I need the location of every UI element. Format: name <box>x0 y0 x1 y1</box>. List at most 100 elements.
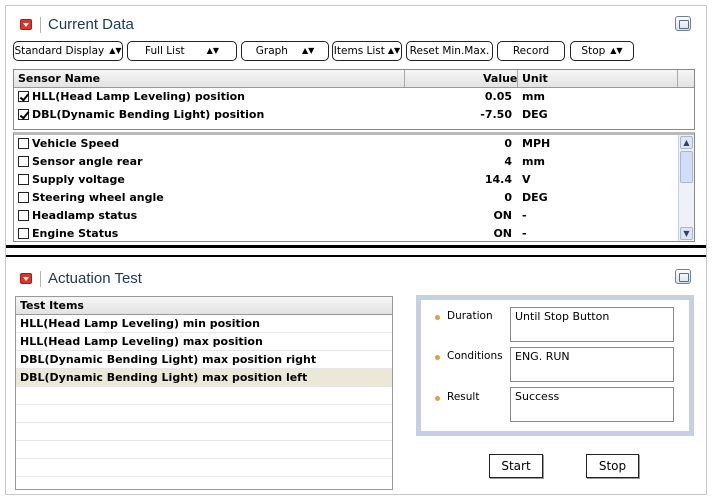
sensor-name: DBL(Dynamic Bending Light) position <box>32 108 265 121</box>
column-divider <box>404 70 405 87</box>
table-row[interactable]: Headlamp status ON - <box>14 207 694 225</box>
sensor-unit: MPH <box>522 137 551 150</box>
conditions-label: Conditions <box>447 350 503 362</box>
bullet-icon <box>435 315 440 320</box>
sensor-value: 0.05 <box>484 90 512 103</box>
reset-min-max-button[interactable]: Reset Min.Max. <box>406 41 493 61</box>
result-field: Success <box>510 387 674 422</box>
sensor-value: 4 <box>504 155 512 168</box>
sensor-table: Vehicle Speed 0 MPH Sensor angle rear 4 … <box>13 132 695 242</box>
scrollbar-thumb[interactable] <box>680 151 693 183</box>
row-checkbox[interactable] <box>18 109 29 120</box>
test-info-panel: Duration Until Stop Button Conditions EN… <box>416 295 694 436</box>
row-checkbox[interactable] <box>18 91 29 102</box>
sensor-name: HLL(Head Lamp Leveling) position <box>32 90 246 103</box>
unit-header: Unit <box>522 72 548 85</box>
record-button[interactable]: Record <box>497 41 565 61</box>
stop-dropdown-label: Stop <box>581 45 606 57</box>
duration-label: Duration <box>447 310 493 322</box>
sensor-unit: DEG <box>522 108 548 121</box>
sensor-name-cell: Sensor angle rear <box>18 155 143 168</box>
row-checkbox[interactable] <box>18 228 29 239</box>
stop-dropdown[interactable]: Stop ▲▼ <box>570 41 634 61</box>
list-item[interactable]: DBL(Dynamic Bending Light) max position … <box>16 351 392 369</box>
sensor-name-cell: Vehicle Speed <box>18 137 119 150</box>
sensor-name-cell: Supply voltage <box>18 173 125 186</box>
bullet-icon <box>435 396 440 401</box>
sensor-value: -7.50 <box>480 108 512 121</box>
sensor-value: ON <box>493 227 512 240</box>
updown-caret-icon: ▲▼ <box>301 46 315 55</box>
scroll-up-arrow-icon[interactable]: ▲ <box>680 136 693 149</box>
vertical-scrollbar[interactable]: ▲ ▼ <box>678 135 694 241</box>
actuation-test-maximize-button[interactable] <box>675 269 691 284</box>
updown-caret-icon: ▲▼ <box>387 46 401 55</box>
pinned-sensor-table: Sensor Name Value Unit HLL(Head Lamp Lev… <box>13 69 695 130</box>
test-items-list: Test Items HLL(Head Lamp Leveling) min p… <box>15 296 393 490</box>
sensor-name-header: Sensor Name <box>18 72 101 85</box>
table-row[interactable]: Supply voltage 14.4 V <box>14 171 694 189</box>
row-checkbox[interactable] <box>18 210 29 221</box>
list-item-empty <box>16 405 392 423</box>
row-checkbox[interactable] <box>18 192 29 203</box>
scroll-down-arrow-icon[interactable]: ▼ <box>680 227 693 240</box>
sensor-unit: mm <box>522 90 545 103</box>
collapse-arrow-icon[interactable] <box>20 19 32 30</box>
sensor-name: Headlamp status <box>32 209 138 222</box>
sensor-name: Engine Status <box>32 227 119 240</box>
graph-label: Graph <box>255 45 288 57</box>
row-checkbox[interactable] <box>18 138 29 149</box>
sensor-name: Vehicle Speed <box>32 137 120 150</box>
table-row[interactable]: Sensor angle rear 4 mm <box>14 153 694 171</box>
current-data-header: Current Data <box>20 16 134 33</box>
list-item[interactable]: HLL(Head Lamp Leveling) max position <box>16 333 392 351</box>
full-list-dropdown[interactable]: Full List ▲▼ <box>127 41 237 61</box>
sensor-name-cell: Headlamp status <box>18 209 137 222</box>
current-data-maximize-button[interactable] <box>675 16 691 31</box>
table-header: Sensor Name Value Unit <box>14 70 694 88</box>
sensor-value: 0 <box>504 191 512 204</box>
actuation-test-title: Actuation Test <box>48 270 142 287</box>
row-checkbox[interactable] <box>18 174 29 185</box>
duration-row: Duration <box>435 310 510 322</box>
table-row[interactable]: Vehicle Speed 0 MPH <box>14 135 694 153</box>
list-item-empty <box>16 387 392 405</box>
conditions-row: Conditions <box>435 350 510 362</box>
sensor-value: 14.4 <box>484 173 512 186</box>
list-item-empty <box>16 441 392 459</box>
table-row[interactable]: Engine Status ON - <box>14 225 694 241</box>
sensor-unit: mm <box>522 155 545 168</box>
updown-caret-icon: ▲▼ <box>206 46 219 55</box>
sensor-name-cell: HLL(Head Lamp Leveling) position <box>18 90 245 103</box>
items-list-label: Items List <box>333 45 385 57</box>
list-item[interactable]: HLL(Head Lamp Leveling) min position <box>16 315 392 333</box>
sensor-name: Sensor angle rear <box>32 155 143 168</box>
standard-display-dropdown[interactable]: Standard Display ▲▼ <box>13 41 123 61</box>
sensor-unit: - <box>522 209 527 222</box>
bullet-icon <box>435 355 440 360</box>
full-list-label: Full List <box>145 45 185 57</box>
items-list-dropdown[interactable]: Items List ▲▼ <box>332 41 402 61</box>
sensor-unit: DEG <box>522 191 548 204</box>
list-item-selected[interactable]: DBL(Dynamic Bending Light) max position … <box>16 369 392 387</box>
result-row: Result <box>435 391 510 403</box>
sensor-value: 0 <box>504 137 512 150</box>
table-row[interactable]: DBL(Dynamic Bending Light) position -7.5… <box>14 106 694 124</box>
collapse-arrow-icon[interactable] <box>20 273 32 284</box>
table-row[interactable]: HLL(Head Lamp Leveling) position 0.05 mm <box>14 88 694 106</box>
value-header: Value <box>483 72 518 85</box>
table-row[interactable]: Steering wheel angle 0 DEG <box>14 189 694 207</box>
list-item-empty <box>16 423 392 441</box>
graph-dropdown[interactable]: Graph ▲▼ <box>241 41 329 61</box>
updown-caret-icon: ▲▼ <box>610 46 623 55</box>
list-item-empty <box>16 459 392 477</box>
sensor-name: Steering wheel angle <box>32 191 164 204</box>
start-button[interactable]: Start <box>489 454 543 478</box>
column-divider <box>517 70 518 87</box>
panel-divider[interactable] <box>6 245 706 248</box>
sensor-unit: - <box>522 227 527 240</box>
stop-button[interactable]: Stop <box>586 454 639 478</box>
row-checkbox[interactable] <box>18 156 29 167</box>
standard-display-label: Standard Display <box>14 45 105 57</box>
sensor-name-cell: DBL(Dynamic Bending Light) position <box>18 108 264 121</box>
